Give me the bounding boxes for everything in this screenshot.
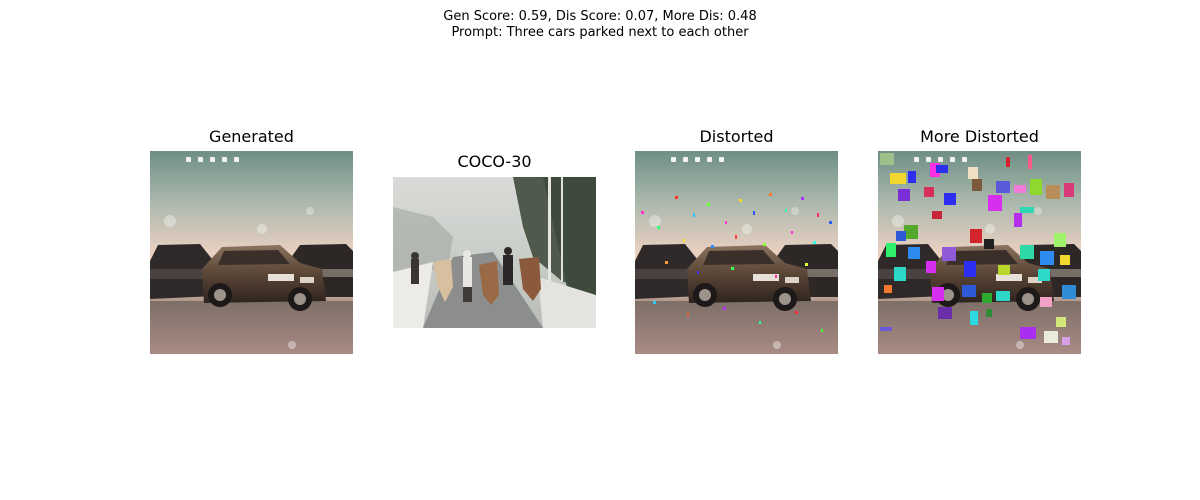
panel-title-distorted: Distorted <box>699 127 774 146</box>
coco-image <box>393 177 596 328</box>
figure-suptitle-line1: Gen Score: 0.59, Dis Score: 0.07, More D… <box>443 9 757 24</box>
generated-image <box>150 151 353 354</box>
figure-suptitle-line2: Prompt: Three cars parked next to each o… <box>451 25 749 40</box>
panel-title-generated: Generated <box>209 127 294 146</box>
distorted-image <box>635 151 838 354</box>
panel-title-more-distorted: More Distorted <box>920 127 1039 146</box>
panel-title-coco: COCO-30 <box>457 152 532 171</box>
more-distorted-image <box>878 151 1081 354</box>
